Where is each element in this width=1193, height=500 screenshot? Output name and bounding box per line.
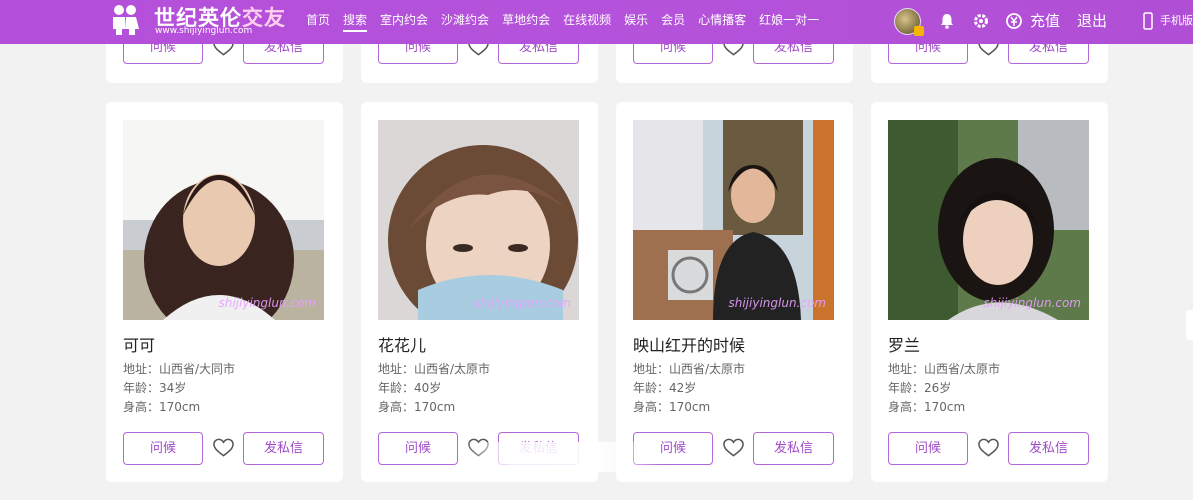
nav-mood-podcast[interactable]: 心情播客 [698, 11, 746, 32]
profile-height: 身高：170cm [633, 398, 710, 415]
mobile-version-link[interactable]: 手机版 [1160, 12, 1193, 28]
side-scroll-tab[interactable] [1186, 310, 1193, 340]
top-navigation-bar: 世纪英伦交友 www.shijiyinglun.com 首页 搜索 室内约会 沙… [0, 0, 1193, 44]
nav-membership[interactable]: 会员 [661, 11, 685, 32]
profile-address: 地址：山西省/太原市 [633, 360, 745, 377]
heart-icon[interactable] [978, 438, 999, 458]
heart-icon[interactable] [213, 438, 234, 458]
height-value: 170cm [159, 400, 201, 414]
profile-address: 地址：山西省/太原市 [378, 360, 490, 377]
profile-age: 年龄：34岁 [123, 379, 186, 396]
mobile-phone-icon [1143, 12, 1153, 30]
message-button[interactable]: 发私信 [753, 432, 834, 465]
age-label: 年龄： [888, 381, 925, 395]
recharge-link[interactable]: 充值 [1030, 10, 1060, 31]
couple-logo-icon[interactable] [110, 4, 140, 36]
profile-card[interactable]: shijiyinglun.com 可可 地址：山西省/大同市 年龄：34岁 身高… [106, 102, 343, 482]
address-value: 山西省/大同市 [159, 362, 236, 376]
profile-photo[interactable]: shijiyinglun.com [123, 120, 324, 320]
age-label: 年龄： [378, 381, 415, 395]
profile-height: 身高：170cm [888, 398, 965, 415]
address-value: 山西省/太原市 [669, 362, 746, 376]
site-url: www.shijiyinglun.com [155, 26, 253, 36]
height-label: 身高： [123, 400, 160, 414]
greet-button[interactable]: 问候 [123, 432, 203, 465]
watermark: shijiyinglun.com [473, 296, 571, 310]
height-label: 身高： [888, 400, 925, 414]
height-label: 身高： [633, 400, 670, 414]
profile-card[interactable]: shijiyinglun.com 映山红开的时候 地址：山西省/太原市 年龄：4… [616, 102, 853, 482]
profile-photo[interactable]: shijiyinglun.com [888, 120, 1089, 320]
address-value: 山西省/太原市 [414, 362, 491, 376]
watermark: shijiyinglun.com [728, 296, 826, 310]
profile-photo-image [378, 120, 579, 320]
profile-name[interactable]: 罗兰 [888, 332, 920, 356]
nav-indoor-date[interactable]: 室内约会 [380, 11, 428, 32]
profile-card[interactable]: shijiyinglun.com 罗兰 地址：山西省/太原市 年龄：26岁 身高… [871, 102, 1108, 482]
address-label: 地址： [378, 362, 415, 376]
nav-matchmaker[interactable]: 红娘一对一 [759, 11, 819, 32]
greet-button[interactable]: 问候 [888, 432, 968, 465]
profile-address: 地址：山西省/太原市 [888, 360, 1000, 377]
nav-online-video[interactable]: 在线视频 [563, 11, 611, 32]
recharge-icon[interactable] [1005, 12, 1023, 30]
nav-search[interactable]: 搜索 [343, 11, 368, 32]
address-label: 地址： [888, 362, 925, 376]
vip-badge-icon [914, 26, 924, 36]
gear-icon[interactable] [972, 12, 990, 30]
age-value: 42岁 [669, 381, 697, 395]
main-nav: 首页 搜索 室内约会 沙滩约会 草地约会 在线视频 娱乐 会员 心情播客 红娘一… [306, 11, 832, 32]
age-label: 年龄： [633, 381, 670, 395]
greet-button[interactable]: 问候 [378, 432, 458, 465]
profile-photo-image [123, 120, 324, 320]
watermark: shijiyinglun.com [218, 296, 316, 310]
height-value: 170cm [924, 400, 966, 414]
profile-height: 身高：170cm [123, 398, 200, 415]
age-value: 26岁 [924, 381, 952, 395]
image-blur-overlay [460, 442, 660, 472]
profile-name[interactable]: 映山红开的时候 [633, 332, 745, 356]
profile-photo-image [888, 120, 1089, 320]
profile-age: 年龄：40岁 [378, 379, 441, 396]
profile-photo-image [633, 120, 834, 320]
address-label: 地址： [123, 362, 160, 376]
watermark: shijiyinglun.com [983, 296, 1081, 310]
nav-beach-date[interactable]: 沙滩约会 [441, 11, 489, 32]
nav-lawn-date[interactable]: 草地约会 [502, 11, 550, 32]
height-value: 170cm [414, 400, 456, 414]
age-value: 40岁 [414, 381, 442, 395]
message-button[interactable]: 发私信 [1008, 432, 1089, 465]
nav-home[interactable]: 首页 [306, 11, 330, 32]
bell-icon[interactable] [938, 12, 956, 30]
nav-entertainment[interactable]: 娱乐 [624, 11, 648, 32]
profile-name[interactable]: 可可 [123, 332, 155, 356]
profile-card[interactable]: shijiyinglun.com 花花儿 地址：山西省/太原市 年龄：40岁 身… [361, 102, 598, 482]
profile-name[interactable]: 花花儿 [378, 332, 426, 356]
profile-age: 年龄：42岁 [633, 379, 696, 396]
message-button[interactable]: 发私信 [243, 432, 324, 465]
profile-age: 年龄：26岁 [888, 379, 951, 396]
profile-address: 地址：山西省/大同市 [123, 360, 235, 377]
profile-photo[interactable]: shijiyinglun.com [378, 120, 579, 320]
logout-link[interactable]: 退出 [1077, 10, 1107, 31]
profile-height: 身高：170cm [378, 398, 455, 415]
profile-photo[interactable]: shijiyinglun.com [633, 120, 834, 320]
address-value: 山西省/太原市 [924, 362, 1001, 376]
height-label: 身高： [378, 400, 415, 414]
age-value: 34岁 [159, 381, 187, 395]
address-label: 地址： [633, 362, 670, 376]
user-avatar[interactable] [894, 8, 924, 36]
heart-icon[interactable] [723, 438, 744, 458]
height-value: 170cm [669, 400, 711, 414]
age-label: 年龄： [123, 381, 160, 395]
